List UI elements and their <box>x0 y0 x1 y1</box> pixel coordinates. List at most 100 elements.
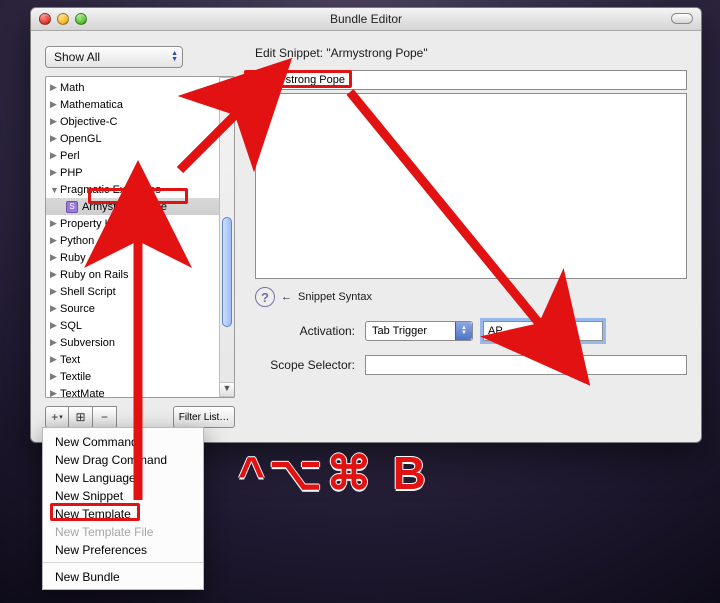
tree-item-label: Math <box>60 82 84 94</box>
zoom-button[interactable] <box>75 13 87 25</box>
plus-icon: + <box>51 410 58 424</box>
snippet-icon: S <box>66 201 78 213</box>
tree-item-bundle[interactable]: ▶Ruby on Rails <box>46 266 219 283</box>
tree-item-label: TextMate <box>60 388 105 398</box>
filter-popup[interactable]: Show All ▲▼ <box>45 46 183 68</box>
add-context-menu: New CommandNew Drag CommandNew LanguageN… <box>42 427 204 590</box>
menu-item[interactable]: New Drag Command <box>43 450 203 468</box>
edit-heading-prefix: Edit Snippet: <box>255 46 326 60</box>
tree-item-label: Textile <box>60 371 91 383</box>
tab-trigger-input[interactable] <box>483 321 603 341</box>
filter-popup-label: Show All <box>54 50 100 64</box>
tree-item-bundle[interactable]: ▶Property List <box>46 215 219 232</box>
traffic-lights <box>39 13 87 25</box>
disclosure-right-icon[interactable]: ▶ <box>50 371 60 382</box>
tree-item-label: Pragmatic Examples <box>60 184 161 196</box>
disclosure-right-icon[interactable]: ▶ <box>50 116 60 127</box>
tree-item-bundle[interactable]: ▶Objective-C <box>46 113 219 130</box>
menu-item[interactable]: New Snippet <box>43 486 203 504</box>
menu-item[interactable]: New Template <box>43 504 203 522</box>
help-row: ? ← Snippet Syntax <box>255 287 687 307</box>
tree-item-label: Ruby <box>60 252 86 264</box>
disclosure-right-icon[interactable]: ▶ <box>50 354 60 365</box>
disclosure-right-icon[interactable]: ▶ <box>50 337 60 348</box>
tree-item-bundle[interactable]: ▶Python <box>46 232 219 249</box>
tree-item-label: Objective-C <box>60 116 117 128</box>
menu-item[interactable]: New Preferences <box>43 540 203 558</box>
disclosure-right-icon[interactable]: ▶ <box>50 269 60 280</box>
disclosure-right-icon[interactable]: ▶ <box>50 167 60 178</box>
tree-item-bundle[interactable]: ▶PHP <box>46 164 219 181</box>
menu-item[interactable]: New Command <box>43 432 203 450</box>
tree-item-bundle[interactable]: ▼Pragmatic Examples <box>46 181 219 198</box>
help-arrow-icon: ← <box>281 291 292 303</box>
disclosure-right-icon[interactable]: ▶ <box>50 235 60 246</box>
titlebar: Bundle Editor <box>31 8 701 31</box>
tree-item-bundle[interactable]: ▶Mathematica <box>46 96 219 113</box>
scroll-up-button[interactable]: ▲ <box>220 77 234 92</box>
help-label: Snippet Syntax <box>298 291 372 303</box>
scroll-down-button[interactable]: ▼ <box>220 382 234 397</box>
tree-item-label: PHP <box>60 167 83 179</box>
popup-arrows-icon: ▲▼ <box>171 51 178 63</box>
tree-item-bundle[interactable]: ▶TextMate <box>46 385 219 397</box>
activation-mode-value: Tab Trigger <box>372 325 427 337</box>
window-title: Bundle Editor <box>330 12 402 26</box>
disclosure-right-icon[interactable]: ▶ <box>50 99 60 110</box>
bundle-editor-window: Bundle Editor Show All ▲▼ ▶Math▶Mathemat… <box>30 7 702 443</box>
menu-separator <box>43 562 203 563</box>
tree-item-label: Shell Script <box>60 286 116 298</box>
disclosure-right-icon[interactable]: ▶ <box>50 388 60 397</box>
disclosure-right-icon[interactable]: ▶ <box>50 150 60 161</box>
disclosure-right-icon[interactable]: ▶ <box>50 133 60 144</box>
tree-item-label: Armystrong Pope <box>82 201 167 213</box>
tree-item-bundle[interactable]: ▶Textile <box>46 368 219 385</box>
disclosure-right-icon[interactable]: ▶ <box>50 218 60 229</box>
close-button[interactable] <box>39 13 51 25</box>
filter-list-button[interactable]: Filter List… <box>173 406 235 428</box>
tree-item-snippet[interactable]: S Armystrong Pope <box>46 198 219 215</box>
tree-item-bundle[interactable]: ▶SQL <box>46 317 219 334</box>
scroll-thumb[interactable] <box>222 217 232 327</box>
toolbar-toggle[interactable] <box>671 13 693 24</box>
tree-item-bundle[interactable]: ▶Source <box>46 300 219 317</box>
disclosure-right-icon[interactable]: ▶ <box>50 320 60 331</box>
menu-item[interactable]: New Bundle <box>43 567 203 585</box>
tree-item-bundle[interactable]: ▶OpenGL <box>46 130 219 147</box>
right-pane: Edit Snippet: "Armystrong Pope" ? ← Snip… <box>255 46 687 428</box>
disclosure-right-icon[interactable]: ▶ <box>50 82 60 93</box>
disclosure-right-icon[interactable]: ▶ <box>50 252 60 263</box>
minimize-button[interactable] <box>57 13 69 25</box>
remove-button[interactable]: − <box>93 406 117 428</box>
edit-heading: Edit Snippet: "Armystrong Pope" <box>255 46 687 60</box>
snippet-name-input[interactable] <box>255 70 687 90</box>
tree-item-bundle[interactable]: ▶Text <box>46 351 219 368</box>
bundle-tree: ▶Math▶Mathematica▶Objective-C▶OpenGL▶Per… <box>45 76 235 398</box>
scope-label: Scope Selector: <box>255 358 355 372</box>
tree-item-label: Text <box>60 354 80 366</box>
disclosure-right-icon[interactable]: ▶ <box>50 303 60 314</box>
tree-item-label: SQL <box>60 320 82 332</box>
activation-mode-popup[interactable]: Tab Trigger ▲▼ <box>365 321 473 341</box>
add-button[interactable]: +▾ <box>45 406 69 428</box>
disclosure-right-icon[interactable]: ▶ <box>50 286 60 297</box>
scrollbar[interactable]: ▲ ▼ <box>219 77 234 397</box>
annotation-shortcut-text: ^⌥⌘ B <box>238 446 430 500</box>
add-group-button[interactable]: ⊞ <box>69 406 93 428</box>
help-icon[interactable]: ? <box>255 287 275 307</box>
tree-action-buttons: +▾ ⊞ − <box>45 406 117 428</box>
tree-item-label: Python <box>60 235 94 247</box>
tree-item-bundle[interactable]: ▶Ruby <box>46 249 219 266</box>
tree-item-bundle[interactable]: ▶Math <box>46 79 219 96</box>
tree-item-bundle[interactable]: ▶Perl <box>46 147 219 164</box>
tree-item-bundle[interactable]: ▶Shell Script <box>46 283 219 300</box>
scope-selector-input[interactable] <box>365 355 687 375</box>
disclosure-down-icon[interactable]: ▼ <box>50 185 60 195</box>
tree-item-bundle[interactable]: ▶Subversion <box>46 334 219 351</box>
snippet-body-textarea[interactable] <box>255 93 687 279</box>
tree-item-label: OpenGL <box>60 133 102 145</box>
activation-label: Activation: <box>255 324 355 338</box>
left-pane: Show All ▲▼ ▶Math▶Mathematica▶Objective-… <box>45 46 235 428</box>
activation-row: Activation: Tab Trigger ▲▼ <box>255 321 687 341</box>
menu-item[interactable]: New Language <box>43 468 203 486</box>
